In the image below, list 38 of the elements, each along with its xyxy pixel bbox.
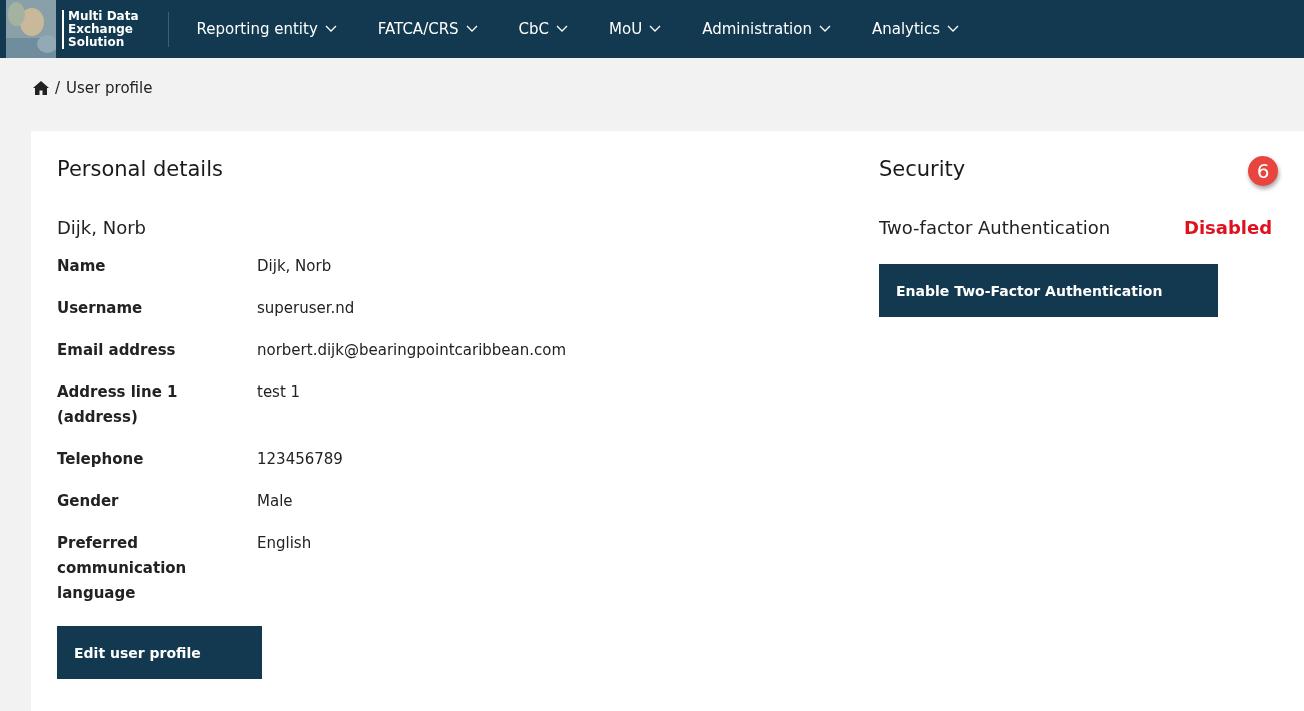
breadcrumb-separator: / [55,79,61,97]
callout-badge: 6 [1248,156,1278,186]
field-value: norbert.dijk@bearingpointcaribbean.com [257,340,568,361]
chevron-down-icon [818,25,831,33]
nav-menu-item[interactable]: CbC [498,20,590,38]
nav-menu-item[interactable]: MoU [589,20,683,38]
field-value: Male [257,491,294,512]
edit-profile-button[interactable]: Edit user profile [57,626,262,679]
field-label: Preferred communication language [57,533,188,604]
chevron-down-icon [556,25,569,33]
home-icon[interactable] [33,81,49,95]
field-label: Gender [57,491,120,512]
two-factor-label: Two-factor Authentication [879,217,1112,238]
app-logo-text[interactable]: Multi Data Exchange Solution [62,9,169,49]
section-title: Personal details [57,157,223,181]
breadcrumb-current: User profile [66,79,153,97]
user-name-heading: Dijk, Norb [57,217,148,238]
field-value: test 1 [257,382,302,403]
field-label: Name [57,256,107,277]
nav-menu-item[interactable]: Reporting entity [176,20,358,38]
two-factor-status: Disabled [1184,217,1273,238]
field-label: Telephone [57,449,145,470]
field-value: Dijk, Norb [257,256,333,277]
field-value: English [257,533,313,554]
nav-menu-item[interactable]: Administration [682,20,852,38]
chevron-down-icon [649,25,662,33]
chevron-down-icon [947,25,960,33]
chevron-down-icon [324,25,337,33]
field-label: Username [57,298,144,319]
section-title: Security [879,157,966,181]
chevron-down-icon [465,25,478,33]
nav-menu-item[interactable]: FATCA/CRS [357,20,499,38]
nav-menu-item[interactable]: Analytics [851,20,981,38]
field-label: Address line 1 (address) [57,382,179,428]
enable-two-factor-button[interactable]: Enable Two-Factor Authentication [879,264,1218,317]
field-label: Email address [57,340,177,361]
field-value: 123456789 [257,449,344,470]
field-value: superuser.nd [257,298,356,319]
